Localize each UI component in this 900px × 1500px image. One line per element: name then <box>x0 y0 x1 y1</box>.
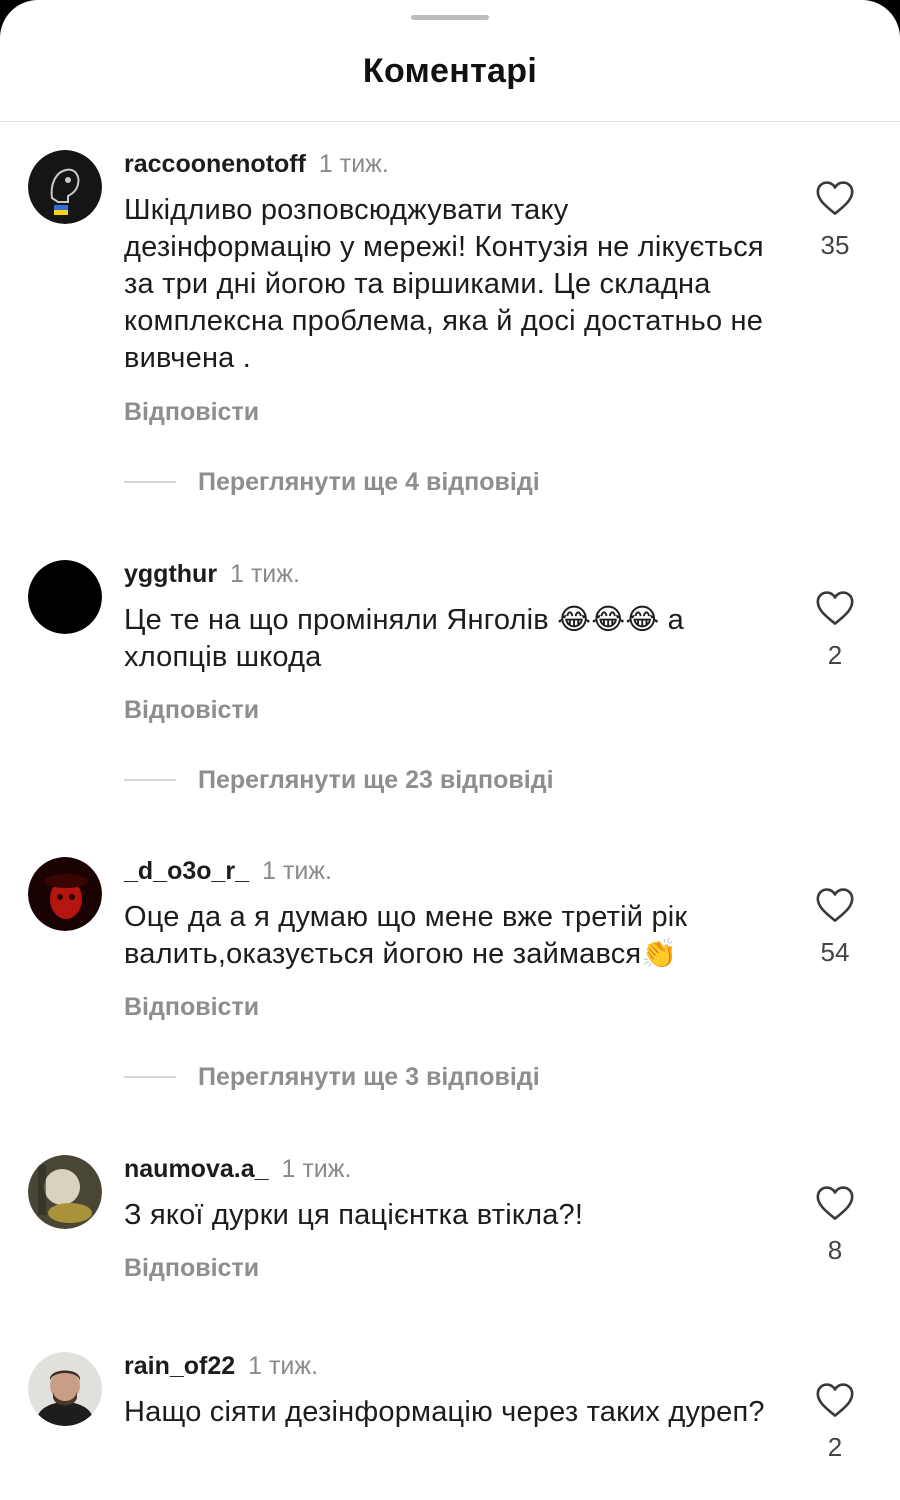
view-replies-label: Переглянути ще 3 відповіді <box>198 1062 540 1091</box>
heart-outline-icon <box>816 591 854 625</box>
like-button[interactable]: 8 <box>806 1185 864 1266</box>
reply-button[interactable]: Відповісти <box>124 993 259 1022</box>
header-divider <box>0 121 900 122</box>
view-replies-button[interactable]: Переглянути ще 23 відповіді <box>124 765 554 795</box>
comment-meta: raccoonenotoff 1 тиж. <box>124 150 389 179</box>
comment-text: З якої дурки ця пацієнтка втікла?! <box>124 1199 584 1231</box>
comment-time: 1 тиж. <box>262 857 332 885</box>
sheet-grabber[interactable] <box>411 15 489 20</box>
heart-outline-icon <box>816 888 854 922</box>
like-count: 2 <box>827 1432 843 1462</box>
view-replies-line <box>124 481 176 483</box>
comment-username[interactable]: raccoonenotoff <box>124 150 306 178</box>
comment-meta: naumova.a_ 1 тиж. <box>124 1155 351 1184</box>
view-replies-button[interactable]: Переглянути ще 4 відповіді <box>124 467 540 497</box>
like-count: 54 <box>820 937 850 967</box>
avatar[interactable] <box>28 560 102 634</box>
reply-button[interactable]: Відповісти <box>124 1254 259 1283</box>
heart-outline-icon <box>816 181 854 215</box>
heart-outline-icon <box>816 1383 854 1417</box>
comment-text: Оце да а я думаю що мене вже третій рік … <box>124 901 688 970</box>
avatar[interactable] <box>28 1352 102 1426</box>
comment-time: 1 тиж. <box>248 1352 319 1380</box>
comment-username[interactable]: naumova.a_ <box>124 1155 269 1183</box>
avatar[interactable] <box>28 857 102 931</box>
comment-username[interactable]: yggthur <box>124 560 217 588</box>
view-replies-label: Переглянути ще 23 відповіді <box>198 765 554 794</box>
comment-time: 1 тиж. <box>281 1155 352 1183</box>
like-button[interactable]: 2 <box>806 590 864 671</box>
comment-username[interactable]: rain_of22 <box>124 1352 235 1380</box>
view-replies-label: Переглянути ще 4 відповіді <box>198 467 540 496</box>
comment-username[interactable]: _d_o3o_r_ <box>124 857 249 885</box>
comment-meta: _d_o3o_r_ 1 тиж. <box>124 857 332 886</box>
comment-meta: yggthur 1 тиж. <box>124 560 300 589</box>
like-count: 35 <box>820 230 850 260</box>
like-button[interactable]: 35 <box>806 180 864 261</box>
view-replies-button[interactable]: Переглянути ще 3 відповіді <box>124 1062 540 1092</box>
comments-sheet: Коментарі raccoonenotoff 1 тиж. Шкідливо… <box>0 0 900 1500</box>
view-replies-line <box>124 779 176 781</box>
comment-time: 1 тиж. <box>230 560 300 588</box>
comment-meta: rain_of22 1 тиж. <box>124 1352 318 1381</box>
avatar[interactable] <box>28 1155 102 1229</box>
comment-text: Нащо сіяти дезінформацію через таких дур… <box>124 1396 765 1428</box>
like-button[interactable]: 2 <box>806 1382 864 1463</box>
like-count: 8 <box>827 1235 843 1265</box>
like-count: 2 <box>827 640 843 670</box>
comment-text: Шкідливо розповсюджувати таку дезінформа… <box>124 194 764 374</box>
like-button[interactable]: 54 <box>806 887 864 968</box>
reply-button[interactable]: Відповісти <box>124 696 259 725</box>
view-replies-line <box>124 1076 176 1078</box>
comment-text: Це те на що проміняли Янголів 😂😂😂 а хлоп… <box>124 604 684 673</box>
comment-time: 1 тиж. <box>318 150 389 178</box>
avatar[interactable] <box>28 150 102 224</box>
reply-button[interactable]: Відповісти <box>124 398 259 427</box>
heart-outline-icon <box>816 1186 854 1220</box>
sheet-title: Коментарі <box>362 52 538 90</box>
